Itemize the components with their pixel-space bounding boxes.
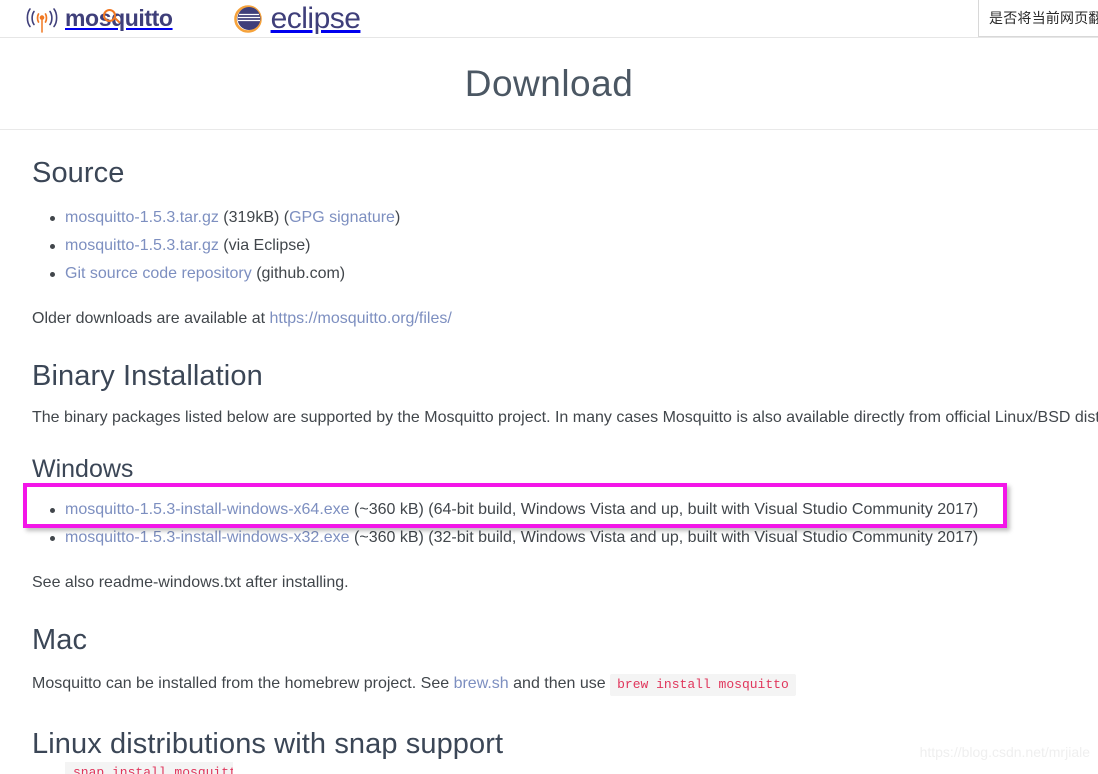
subsection-heading-windows: Windows — [32, 455, 134, 483]
eclipse-mark-icon — [233, 4, 262, 33]
brew-install-command: brew install mosquitto — [610, 674, 796, 696]
source-download-list: mosquitto-1.5.3.tar.gz (319kB) (GPG sign… — [32, 204, 1098, 288]
windows-x32-installer-meta: (~360 kB) (32-bit build, Windows Vista a… — [349, 529, 979, 546]
older-downloads-link[interactable]: https://mosquitto.org/files/ — [269, 310, 451, 327]
mac-paragraph-middle: and then use — [508, 675, 611, 692]
section-heading-source: Source — [32, 157, 125, 189]
page-title-band: Download — [0, 38, 1098, 130]
source-tarball-meta-close: ) — [394, 209, 401, 226]
mac-paragraph-prefix: Mosquitto can be installed from the home… — [32, 675, 454, 692]
list-item: mosquitto-1.5.3-install-windows-x64.exe … — [32, 496, 1098, 524]
windows-download-list: mosquitto-1.5.3-install-windows-x64.exe … — [32, 496, 1098, 552]
older-downloads-prefix: Older downloads are available at — [32, 310, 270, 327]
source-tarball-link[interactable]: mosquitto-1.5.3.tar.gz — [65, 209, 219, 226]
windows-x32-installer-link[interactable]: mosquitto-1.5.3-install-windows-x32.exe — [65, 529, 350, 546]
list-item: Git source code repository (github.com) — [32, 260, 1098, 288]
git-repository-meta: (github.com) — [251, 265, 346, 282]
watermark-text: https://blog.csdn.net/mrjiale — [919, 744, 1090, 760]
logo-row: mosquitto eclipse — [0, 0, 361, 37]
list-item: mosquitto-1.5.3-install-windows-x32.exe … — [32, 524, 1098, 552]
older-downloads-paragraph: Older downloads are available at https:/… — [32, 308, 1098, 330]
source-tarball-eclipse-meta: (via Eclipse) — [218, 237, 311, 254]
windows-x64-installer-link[interactable]: mosquitto-1.5.3-install-windows-x64.exe — [65, 501, 350, 518]
windows-readme-note: See also readme-windows.txt after instal… — [32, 574, 349, 591]
git-repository-link[interactable]: Git source code repository — [65, 265, 252, 282]
eclipse-logo-text: eclipse — [270, 1, 361, 35]
mosquitto-logo-text: mosquitto — [65, 5, 173, 31]
brew-sh-link[interactable]: brew.sh — [454, 675, 509, 692]
page-content: Source mosquitto-1.5.3.tar.gz (319kB) (G… — [0, 157, 1098, 761]
mac-paragraph: Mosquitto can be installed from the home… — [32, 673, 1098, 696]
mosquitto-signal-icon — [26, 7, 58, 33]
section-heading-mac: Mac — [32, 624, 88, 656]
gpg-signature-link[interactable]: GPG signature — [289, 209, 395, 226]
source-tarball-eclipse-link[interactable]: mosquitto-1.5.3.tar.gz — [65, 237, 219, 254]
source-tarball-meta: (319kB) ( — [218, 209, 290, 226]
page-title: Download — [464, 62, 634, 104]
windows-x64-installer-meta: (~360 kB) (64-bit build, Windows Vista a… — [349, 501, 979, 518]
mosquitto-logo[interactable]: mosquitto — [22, 2, 173, 36]
translate-prompt-text: 是否将当前网页翻 — [989, 11, 1098, 27]
eclipse-logo[interactable]: eclipse — [233, 2, 361, 36]
binary-installation-paragraph: The binary packages listed below are sup… — [32, 409, 1098, 426]
section-heading-binary-installation: Binary Installation — [32, 360, 263, 392]
list-item: mosquitto-1.5.3.tar.gz (via Eclipse) — [32, 232, 1098, 260]
snap-install-code-block: snap install mosquitto — [65, 762, 233, 774]
translate-prompt-bar[interactable]: 是否将当前网页翻 — [978, 0, 1098, 37]
site-header: mosquitto eclipse 是否将当前网页翻 — [0, 0, 1098, 38]
list-item: mosquitto-1.5.3.tar.gz (319kB) (GPG sign… — [32, 204, 1098, 232]
